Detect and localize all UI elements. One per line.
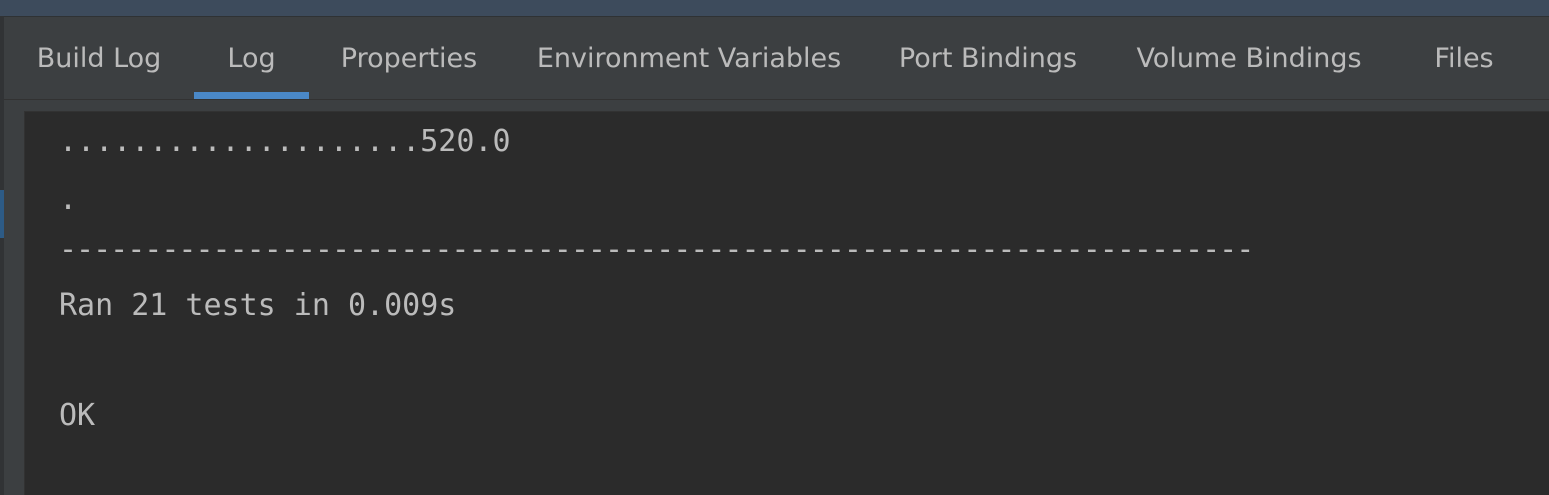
title-strip: [0, 0, 1549, 16]
tab-build-log[interactable]: Build Log: [24, 17, 174, 99]
tab-bar: Build Log Log Properties Environment Var…: [4, 16, 1549, 100]
log-line-separator: ----------------------------------------…: [59, 232, 1254, 267]
tab-volume-bindings[interactable]: Volume Bindings: [1129, 17, 1369, 99]
log-console[interactable]: ....................520.0 . ------------…: [24, 111, 1549, 495]
tab-label: Properties: [340, 42, 478, 74]
tab-environment-variables[interactable]: Environment Variables: [529, 17, 849, 99]
tab-label: Build Log: [36, 42, 162, 74]
tab-port-bindings[interactable]: Port Bindings: [888, 17, 1088, 99]
docker-log-window: Build Log Log Properties Environment Var…: [0, 0, 1549, 495]
tab-label: Volume Bindings: [1136, 42, 1362, 74]
log-line-dot: .: [59, 182, 78, 217]
tab-label: Files: [1434, 42, 1494, 74]
tab-label: Environment Variables: [536, 42, 842, 74]
gutter-marker: [0, 190, 4, 238]
log-line-result: OK: [59, 398, 96, 433]
tab-label: Log: [227, 42, 276, 74]
log-line-summary: Ran 21 tests in 0.009s: [59, 288, 457, 323]
tab-log[interactable]: Log: [194, 17, 309, 99]
tab-properties[interactable]: Properties: [329, 17, 489, 99]
tab-files[interactable]: Files: [1419, 17, 1509, 99]
tab-label: Port Bindings: [898, 42, 1078, 74]
log-line-progress: ....................520.0: [59, 124, 511, 159]
